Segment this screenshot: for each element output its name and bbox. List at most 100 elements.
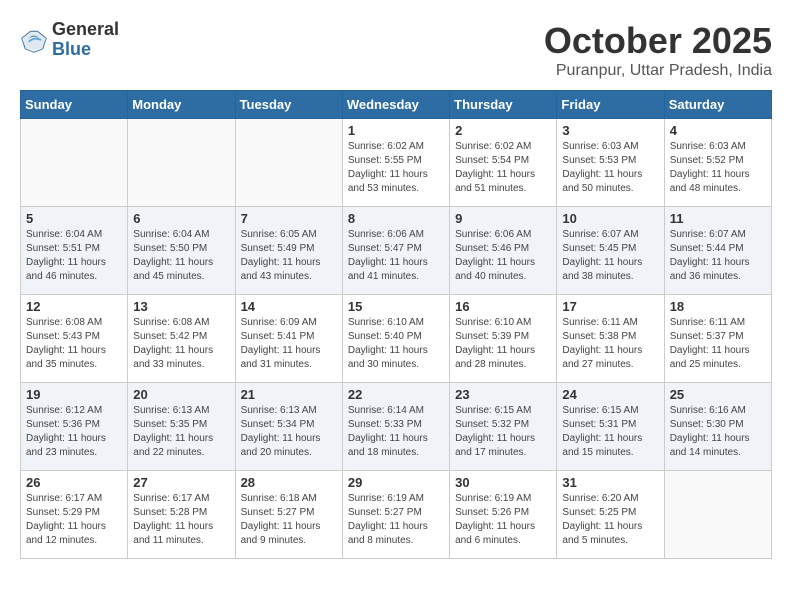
calendar-day-cell: 21Sunrise: 6:13 AM Sunset: 5:34 PM Dayli… [235,383,342,471]
day-info: Sunrise: 6:09 AM Sunset: 5:41 PM Dayligh… [241,316,337,372]
day-number: 18 [670,299,766,314]
day-number: 29 [348,475,444,490]
day-info: Sunrise: 6:19 AM Sunset: 5:27 PM Dayligh… [348,492,444,548]
calendar-day-cell: 6 Sunrise: 6:04 AM Sunset: 5:50 PM Daylig… [128,207,235,295]
day-number: 22 [348,387,444,402]
day-number: 11 [670,211,766,226]
calendar-day-cell: 15 Sunrise: 6:10 AM Sunset: 5:40 PM Dayli… [342,295,449,383]
day-info: Sunrise: 6:15 AM Sunset: 5:31 PM Dayligh… [562,404,658,460]
day-number: 31 [562,475,658,490]
day-number: 14 [241,299,337,314]
calendar-day-cell: 24 Sunrise: 6:15 AM Sunset: 5:31 PM Dayli… [557,383,664,471]
day-info: Sunrise: 6:07 AM Sunset: 5:45 PM Dayligh… [562,228,658,284]
page-header: General Blue October 2025 Puranpur, Utta… [20,20,772,80]
calendar-day-cell: 26 Sunrise: 6:17 AM Sunset: 5:29 PM Dayli… [21,471,128,559]
day-number: 27 [133,475,229,490]
calendar-day-cell: 4 Sunrise: 6:03 AM Sunset: 5:52 PM Daylig… [664,119,771,207]
calendar-day-cell: 2 Sunrise: 6:02 AM Sunset: 5:54 PM Daylig… [450,119,557,207]
calendar-day-cell: 30 Sunrise: 6:19 AM Sunset: 5:26 PM Dayli… [450,471,557,559]
weekday-header: Sunday [21,91,128,119]
calendar-week-row: 5Sunrise: 6:04 AM Sunset: 5:51 PM Daylig… [21,207,772,295]
calendar-day-cell: 27Sunrise: 6:17 AM Sunset: 5:28 PM Dayli… [128,471,235,559]
day-info: Sunrise: 6:20 AM Sunset: 5:25 PM Dayligh… [562,492,658,548]
day-number: 12 [26,299,122,314]
day-number: 19 [26,387,122,402]
calendar-day-cell: 5Sunrise: 6:04 AM Sunset: 5:51 PM Daylig… [21,207,128,295]
calendar-day-cell [664,471,771,559]
day-info: Sunrise: 6:12 AM Sunset: 5:36 PM Dayligh… [26,404,122,460]
weekday-header: Friday [557,91,664,119]
calendar-day-cell [21,119,128,207]
month-title: October 2025 [544,20,772,62]
calendar-day-cell: 18 Sunrise: 6:11 AM Sunset: 5:37 PM Dayli… [664,295,771,383]
day-info: Sunrise: 6:16 AM Sunset: 5:30 PM Dayligh… [670,404,766,460]
calendar-body: 1Sunrise: 6:02 AM Sunset: 5:55 PM Daylig… [21,119,772,559]
day-number: 26 [26,475,122,490]
weekday-header: Thursday [450,91,557,119]
day-number: 25 [670,387,766,402]
logo-text: General Blue [52,20,119,60]
calendar-day-cell: 8 Sunrise: 6:06 AM Sunset: 5:47 PM Daylig… [342,207,449,295]
day-info: Sunrise: 6:17 AM Sunset: 5:29 PM Dayligh… [26,492,122,548]
day-number: 2 [455,123,551,138]
calendar-day-cell: 3 Sunrise: 6:03 AM Sunset: 5:53 PM Daylig… [557,119,664,207]
day-number: 23 [455,387,551,402]
weekday-header: Monday [128,91,235,119]
calendar-day-cell [235,119,342,207]
calendar-day-cell: 17 Sunrise: 6:11 AM Sunset: 5:38 PM Dayli… [557,295,664,383]
day-number: 15 [348,299,444,314]
day-number: 28 [241,475,337,490]
calendar-day-cell: 12Sunrise: 6:08 AM Sunset: 5:43 PM Dayli… [21,295,128,383]
day-info: Sunrise: 6:02 AM Sunset: 5:54 PM Dayligh… [455,140,551,196]
weekday-row: SundayMondayTuesdayWednesdayThursdayFrid… [21,91,772,119]
calendar-week-row: 26 Sunrise: 6:17 AM Sunset: 5:29 PM Dayli… [21,471,772,559]
calendar-day-cell: 16 Sunrise: 6:10 AM Sunset: 5:39 PM Dayli… [450,295,557,383]
logo: General Blue [20,20,119,60]
day-info: Sunrise: 6:04 AM Sunset: 5:50 PM Dayligh… [133,228,229,284]
day-info: Sunrise: 6:18 AM Sunset: 5:27 PM Dayligh… [241,492,337,548]
day-number: 1 [348,123,444,138]
day-info: Sunrise: 6:10 AM Sunset: 5:40 PM Dayligh… [348,316,444,372]
calendar-header: SundayMondayTuesdayWednesdayThursdayFrid… [21,91,772,119]
day-number: 16 [455,299,551,314]
day-info: Sunrise: 6:08 AM Sunset: 5:42 PM Dayligh… [133,316,229,372]
calendar-day-cell: 11 Sunrise: 6:07 AM Sunset: 5:44 PM Dayli… [664,207,771,295]
calendar-week-row: 12Sunrise: 6:08 AM Sunset: 5:43 PM Dayli… [21,295,772,383]
calendar-day-cell: 14 Sunrise: 6:09 AM Sunset: 5:41 PM Dayli… [235,295,342,383]
calendar-day-cell: 9 Sunrise: 6:06 AM Sunset: 5:46 PM Daylig… [450,207,557,295]
calendar-day-cell: 23 Sunrise: 6:15 AM Sunset: 5:32 PM Dayli… [450,383,557,471]
day-info: Sunrise: 6:06 AM Sunset: 5:46 PM Dayligh… [455,228,551,284]
day-number: 17 [562,299,658,314]
day-number: 20 [133,387,229,402]
day-info: Sunrise: 6:19 AM Sunset: 5:26 PM Dayligh… [455,492,551,548]
day-number: 30 [455,475,551,490]
calendar-day-cell: 1Sunrise: 6:02 AM Sunset: 5:55 PM Daylig… [342,119,449,207]
day-number: 8 [348,211,444,226]
day-info: Sunrise: 6:11 AM Sunset: 5:37 PM Dayligh… [670,316,766,372]
location-subtitle: Puranpur, Uttar Pradesh, India [544,62,772,80]
calendar-day-cell [128,119,235,207]
day-info: Sunrise: 6:05 AM Sunset: 5:49 PM Dayligh… [241,228,337,284]
day-number: 3 [562,123,658,138]
day-info: Sunrise: 6:10 AM Sunset: 5:39 PM Dayligh… [455,316,551,372]
calendar-day-cell: 20 Sunrise: 6:13 AM Sunset: 5:35 PM Dayli… [128,383,235,471]
day-info: Sunrise: 6:11 AM Sunset: 5:38 PM Dayligh… [562,316,658,372]
day-number: 9 [455,211,551,226]
day-number: 4 [670,123,766,138]
day-number: 6 [133,211,229,226]
day-info: Sunrise: 6:13 AM Sunset: 5:35 PM Dayligh… [133,404,229,460]
day-info: Sunrise: 6:15 AM Sunset: 5:32 PM Dayligh… [455,404,551,460]
calendar-day-cell: 19 Sunrise: 6:12 AM Sunset: 5:36 PM Dayli… [21,383,128,471]
day-info: Sunrise: 6:03 AM Sunset: 5:53 PM Dayligh… [562,140,658,196]
day-info: Sunrise: 6:07 AM Sunset: 5:44 PM Dayligh… [670,228,766,284]
logo-icon [20,26,48,54]
calendar-day-cell: 25 Sunrise: 6:16 AM Sunset: 5:30 PM Dayli… [664,383,771,471]
weekday-header: Wednesday [342,91,449,119]
calendar-table: SundayMondayTuesdayWednesdayThursdayFrid… [20,90,772,559]
day-info: Sunrise: 6:06 AM Sunset: 5:47 PM Dayligh… [348,228,444,284]
weekday-header: Saturday [664,91,771,119]
day-number: 24 [562,387,658,402]
calendar-day-cell: 10Sunrise: 6:07 AM Sunset: 5:45 PM Dayli… [557,207,664,295]
day-info: Sunrise: 6:14 AM Sunset: 5:33 PM Dayligh… [348,404,444,460]
day-info: Sunrise: 6:03 AM Sunset: 5:52 PM Dayligh… [670,140,766,196]
